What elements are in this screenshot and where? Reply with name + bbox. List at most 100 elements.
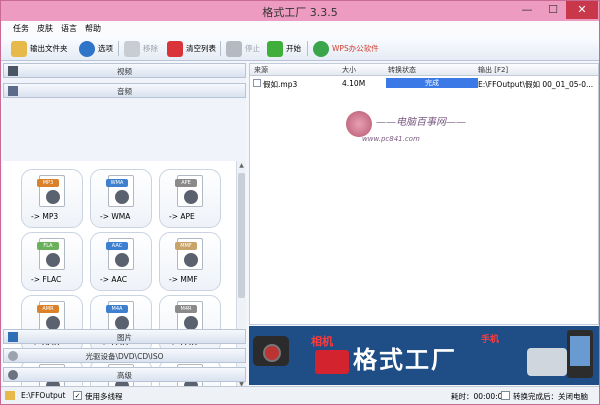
output-folder-button[interactable]: 输出文件夹: [11, 39, 68, 58]
category-panel: 视频 音频 MP3 -> MP3 WMA -> WMA APE -> APE FLA -> F…: [3, 63, 246, 389]
col-source[interactable]: 来源: [254, 65, 268, 75]
menu-bar: 任务 皮肤 语言 帮助: [1, 21, 599, 36]
format-tile-m4a[interactable]: M4A-> M4A: [90, 295, 152, 354]
menu-language[interactable]: 语言: [61, 23, 77, 34]
category-audio[interactable]: 音频: [3, 83, 246, 98]
banner-phone-label: 手机: [481, 335, 500, 345]
app-window: 格式工厂 3.3.5 — ☐ ✕ 任务 皮肤 语言 帮助 输出文件夹 选项 移除…: [0, 0, 600, 405]
format-label: -> MMF: [169, 275, 198, 284]
format-tile-amr[interactable]: AMR-> AMR: [21, 295, 83, 354]
after-finish-label: 转换完成后：关闭电脑: [513, 392, 588, 401]
stop-button[interactable]: 停止: [226, 39, 260, 58]
format-tag: M4R: [175, 305, 197, 313]
format-tag: MP3: [37, 179, 59, 187]
banner-camera-label: 相机: [311, 335, 333, 348]
row-size: 4.10M: [342, 79, 366, 88]
format-label: -> AAC: [100, 275, 127, 284]
scroll-up-icon[interactable]: ▲: [237, 161, 246, 170]
wps-label: WPS办公软件: [332, 44, 379, 53]
category-advanced[interactable]: 高级: [3, 367, 246, 382]
multithread-checkbox[interactable]: ✓: [73, 391, 82, 400]
start-play-icon: [267, 40, 283, 57]
options-button[interactable]: 选项: [79, 39, 113, 58]
remove-button[interactable]: 移除: [124, 39, 158, 58]
speaker-icon: [115, 253, 129, 267]
title-bar: 格式工厂 3.3.5 — ☐ ✕: [1, 1, 599, 21]
category-advanced-label: 高级: [117, 371, 132, 380]
menu-skin[interactable]: 皮肤: [37, 23, 53, 34]
toolbar-separator: [118, 41, 119, 56]
format-tag: AMR: [37, 305, 59, 313]
banner-brand: 格式工厂: [353, 346, 457, 374]
category-rom[interactable]: 光驱设备\DVD\CD\ISO: [3, 348, 246, 363]
multithread-label: 使用多线程: [85, 392, 123, 401]
minimize-button[interactable]: —: [514, 1, 540, 19]
category-audio-label: 音频: [117, 87, 132, 96]
category-video-label: 视频: [117, 67, 132, 76]
format-tile-aac[interactable]: AAC -> AAC: [90, 232, 152, 291]
wps-button[interactable]: WPS办公软件: [313, 39, 379, 58]
output-folder-label: 输出文件夹: [30, 44, 68, 53]
format-tile-mmf[interactable]: MMF -> MMF: [159, 232, 221, 291]
table-row[interactable]: 假如.mp3 4.10M 完成 E:\FFOutput\假如 00_01_05-…: [250, 77, 598, 89]
stop-icon: [226, 40, 242, 57]
scroll-thumb[interactable]: [238, 173, 245, 298]
format-label: -> WMA: [100, 212, 131, 221]
output-path: E:\FFOutput: [21, 391, 66, 400]
audio-file-icon: [253, 79, 261, 87]
format-tag: APE: [175, 179, 197, 187]
col-status[interactable]: 转换状态: [388, 65, 416, 75]
window-title: 格式工厂 3.3.5: [262, 6, 338, 19]
clear-list-button[interactable]: 清空列表: [167, 39, 216, 58]
menu-task[interactable]: 任务: [13, 23, 29, 34]
wps-icon: [313, 40, 329, 57]
format-tile-m4r[interactable]: M4R-> M4R: [159, 295, 221, 354]
rose-icon: [346, 111, 372, 137]
speaker-icon: [46, 190, 60, 204]
format-tag: AAC: [106, 242, 128, 250]
col-output[interactable]: 输出 [F2]: [478, 65, 508, 75]
toolbar: 输出文件夹 选项 移除 清空列表 停止 开始 WPS办公软件: [1, 36, 599, 61]
maximize-button[interactable]: ☐: [540, 1, 566, 19]
speaker-icon: [184, 253, 198, 267]
toolbar-separator: [307, 41, 308, 56]
format-tile-mp3[interactable]: MP3 -> MP3: [21, 169, 83, 228]
watermark-url: www.pc841.com: [362, 135, 420, 143]
start-button[interactable]: 开始: [267, 39, 301, 58]
speaker-icon: [184, 190, 198, 204]
row-status: 完成: [386, 78, 478, 88]
category-rom-label: 光驱设备\DVD\CD\ISO: [85, 352, 164, 361]
format-tag: MMF: [175, 242, 197, 250]
category-picture[interactable]: 图片: [3, 329, 246, 344]
row-output: E:\FFOutput\假如 00_01_05-0...: [478, 80, 594, 89]
status-bar: E:\FFOutput ✓ 使用多线程 耗时：00:00:01 转换完成后：关闭…: [1, 386, 599, 404]
remove-icon: [124, 40, 140, 57]
format-tag: FLA: [37, 242, 59, 250]
format-tag: WMA: [106, 179, 128, 187]
col-size[interactable]: 大小: [342, 65, 356, 75]
row-source: 假如.mp3: [263, 80, 298, 89]
format-tile-ape[interactable]: APE -> APE: [159, 169, 221, 228]
speaker-icon: [46, 253, 60, 267]
folder-icon: [11, 40, 27, 57]
ad-banner[interactable]: 相机 格式工厂 手机: [249, 326, 599, 385]
phone-icon: [527, 348, 567, 376]
camcorder-lens-icon: [263, 344, 281, 362]
speaker-icon: [46, 316, 60, 330]
category-video[interactable]: 视频: [3, 63, 246, 78]
speaker-icon: [115, 190, 129, 204]
format-tile-fla[interactable]: FLA -> FLAC: [21, 232, 83, 291]
options-label: 选项: [98, 44, 113, 53]
speaker-icon: [184, 316, 198, 330]
after-finish-checkbox[interactable]: [501, 391, 510, 400]
task-table-header: 来源 大小 转换状态 输出 [F2]: [250, 64, 598, 76]
format-label: -> MP3: [31, 212, 59, 221]
menu-help[interactable]: 帮助: [85, 23, 101, 34]
format-tile-wma[interactable]: WMA -> WMA: [90, 169, 152, 228]
watermark-text: ——电脑百事网——: [376, 117, 466, 128]
close-button[interactable]: ✕: [566, 1, 598, 19]
task-list: 来源 大小 转换状态 输出 [F2] 假如.mp3 4.10M 完成 E:\FF…: [249, 63, 599, 325]
watermark: ——电脑百事网—— www.pc841.com: [346, 109, 506, 153]
toolbar-separator: [220, 41, 221, 56]
output-folder-icon[interactable]: [5, 391, 15, 400]
